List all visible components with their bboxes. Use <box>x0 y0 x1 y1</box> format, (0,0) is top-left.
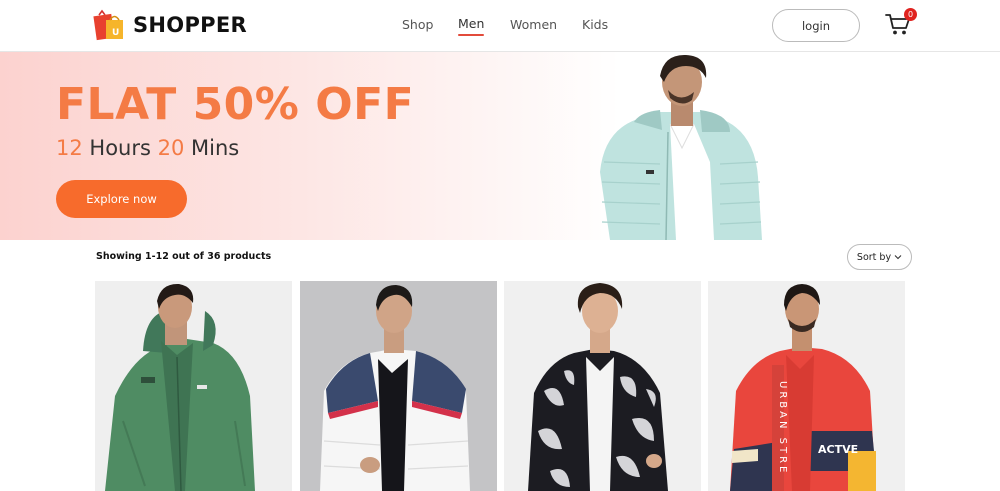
nav-item-men[interactable]: Men <box>458 16 485 36</box>
product-card[interactable]: URBAN STRE ACTVE <box>708 281 905 491</box>
countdown-hours: 12 <box>56 136 83 160</box>
countdown-mins-label: Mins <box>184 136 240 160</box>
hero-countdown: 12 Hours 20 Mins <box>56 136 239 160</box>
product-image-colorblock-jacket: URBAN STRE ACTVE <box>708 281 905 491</box>
sort-by-label: Sort by <box>856 251 892 263</box>
active-nav-indicator <box>458 34 485 36</box>
jacket-print-text: URBAN STRE <box>777 381 788 475</box>
product-image-green-jacket <box>95 281 292 491</box>
product-image-print-jacket <box>504 281 701 491</box>
hero-banner: FLAT 50% OFF 12 Hours 20 Mins Explore no… <box>0 52 1000 240</box>
product-card[interactable] <box>95 281 292 491</box>
nav-item-shop[interactable]: Shop <box>402 17 433 32</box>
sort-by-dropdown[interactable]: Sort by <box>847 244 912 270</box>
hero-model-image <box>600 54 762 240</box>
brand-logo[interactable]: U SHOPPER <box>93 9 247 41</box>
shopping-bag-icon: U <box>93 9 123 41</box>
cart-count-badge: 0 <box>904 8 917 21</box>
cart-button[interactable]: 0 <box>885 8 917 37</box>
nav-item-women[interactable]: Women <box>510 17 557 32</box>
chevron-down-icon <box>894 255 902 260</box>
countdown-hours-label: Hours <box>82 136 158 160</box>
product-image-puffer-jacket <box>300 281 497 491</box>
site-header: U SHOPPER Shop Men Women Kids login 0 <box>0 0 1000 52</box>
login-button[interactable]: login <box>772 9 860 42</box>
brand-name: SHOPPER <box>133 13 247 37</box>
nav-item-kids[interactable]: Kids <box>582 17 608 32</box>
hero-headline: FLAT 50% OFF <box>56 79 415 130</box>
svg-text:U: U <box>112 28 119 38</box>
countdown-mins: 20 <box>157 136 185 160</box>
nav-item-men-label: Men <box>458 16 485 31</box>
jacket-chest-print: ACTVE <box>818 443 858 456</box>
product-card[interactable] <box>300 281 497 491</box>
product-card[interactable] <box>504 281 701 491</box>
results-count: Showing 1-12 out of 36 products <box>96 251 272 262</box>
explore-now-button[interactable]: Explore now <box>56 180 187 218</box>
